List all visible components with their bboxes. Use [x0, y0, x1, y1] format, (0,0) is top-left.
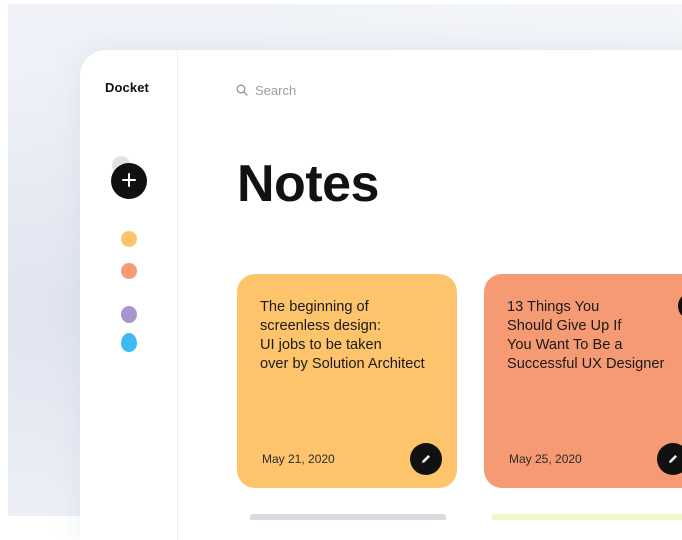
sidebar: Docket	[80, 50, 178, 540]
search-input[interactable]	[255, 82, 435, 98]
color-dot-yellow[interactable]	[121, 231, 137, 247]
app-window: Docket Notes The beginning of screenless…	[80, 50, 682, 540]
note-card[interactable]: The beginning of screenless design: UI j…	[237, 274, 457, 488]
note-date: May 25, 2020	[509, 452, 582, 466]
pencil-icon	[667, 450, 679, 469]
color-dot-blue[interactable]	[121, 333, 137, 352]
edit-note-button[interactable]	[410, 443, 442, 475]
color-dot-orange[interactable]	[121, 263, 137, 279]
note-card[interactable]: 13 Things You Should Give Up If You Want…	[484, 274, 682, 488]
search-bar[interactable]	[236, 80, 435, 100]
edit-note-button[interactable]	[657, 443, 682, 475]
note-text: 13 Things You Should Give Up If You Want…	[507, 299, 665, 372]
note-date: May 21, 2020	[262, 452, 335, 466]
pencil-icon	[420, 450, 432, 469]
app-brand: Docket	[105, 80, 149, 95]
page-title: Notes	[237, 155, 379, 213]
plus-icon	[122, 172, 136, 191]
note-card-peek	[492, 514, 682, 520]
search-icon	[236, 81, 248, 100]
note-card-peek	[250, 514, 446, 520]
color-dot-purple[interactable]	[121, 306, 137, 323]
note-text: The beginning of screenless design: UI j…	[260, 299, 425, 372]
add-note-button[interactable]	[111, 163, 147, 199]
